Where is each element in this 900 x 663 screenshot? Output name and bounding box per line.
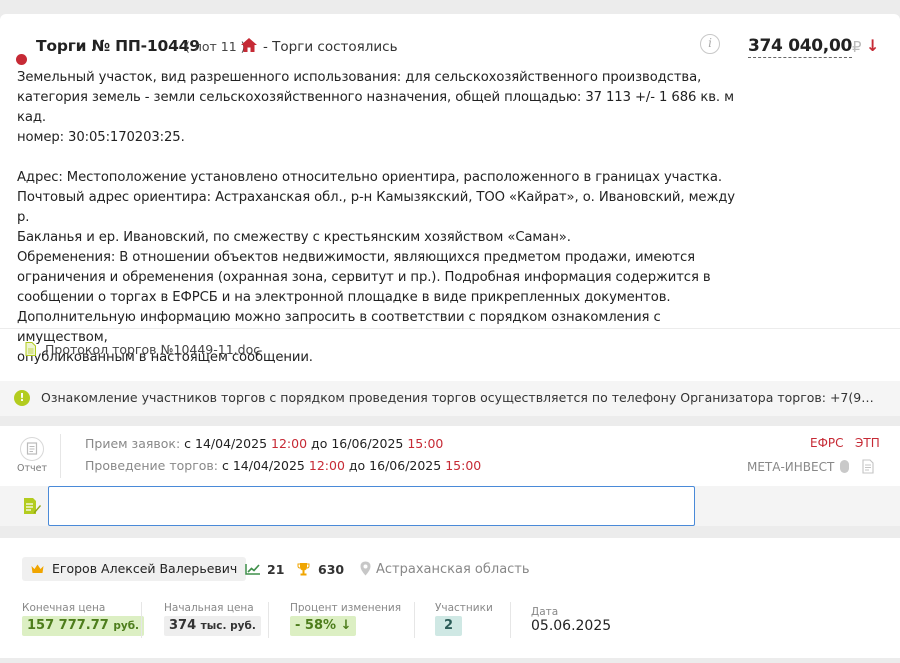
platform-name: МЕТА-ИНВЕСТ xyxy=(747,460,835,474)
divider xyxy=(510,602,511,638)
result-date: 05.06.2025 xyxy=(531,618,612,634)
final-price: 157 777.77 руб. xyxy=(22,616,145,636)
result-card: Егоров Алексей Валерьевич 21 630 Астраха… xyxy=(0,538,900,658)
chart-icon xyxy=(245,564,260,575)
trophy-count: 630 xyxy=(318,562,345,577)
divider xyxy=(414,602,415,638)
notes-icon[interactable] xyxy=(862,459,874,474)
percent-change: - 58% ↓ xyxy=(290,616,357,636)
start-price: 374 тыс. руб. xyxy=(164,616,261,636)
protocol-document-link[interactable]: Протокол торгов №10449-11.doc xyxy=(45,342,260,357)
schedule-card: Отчет Прием заявок: с 14/04/2025 12:00 д… xyxy=(0,426,900,526)
notice-text: Ознакомление участников торгов с порядко… xyxy=(41,390,881,405)
trophy-icon xyxy=(297,563,310,576)
start-price-label: Начальная цена xyxy=(164,602,254,614)
efrsb-link[interactable]: ЕФРС xyxy=(810,436,844,450)
participants-label: Участники xyxy=(435,602,493,614)
winner-name[interactable]: Егоров Алексей Валерьевич xyxy=(22,557,247,581)
lot-title[interactable]: Торги № ПП-10449 xyxy=(36,37,200,55)
lot-price[interactable]: 374 040,00 xyxy=(748,36,852,58)
alert-icon: ! xyxy=(14,390,30,406)
lot-number: ( лот 11 ) xyxy=(185,39,246,54)
report-label[interactable]: Отчет xyxy=(17,463,47,474)
document-icon xyxy=(25,342,36,356)
divider xyxy=(60,434,61,478)
stat-count: 21 xyxy=(267,562,285,577)
auction-period: Проведение торгов: с 14/04/2025 12:00 до… xyxy=(85,458,482,473)
currency-symbol: ₽ xyxy=(852,38,862,56)
report-icon[interactable] xyxy=(20,436,44,462)
mouse-icon xyxy=(840,460,849,473)
arrow-down-icon: ↓ xyxy=(340,618,352,633)
divider xyxy=(0,328,900,329)
price-down-icon: ↓ xyxy=(866,36,880,55)
applications-period: Прием заявок: с 14/04/2025 12:00 до 16/0… xyxy=(85,436,444,451)
lot-description: Земельный участок, вид разрешенного испо… xyxy=(17,70,735,365)
location-pin-icon xyxy=(360,561,371,576)
info-icon[interactable]: i xyxy=(700,34,720,54)
edit-note-icon[interactable] xyxy=(23,496,41,516)
date-label: Дата xyxy=(531,606,559,618)
region: Астраханская область xyxy=(376,562,530,577)
lot-card: Торги № ПП-10449 ( лот 11 ) - Торги сост… xyxy=(0,14,900,416)
comment-input[interactable] xyxy=(48,486,695,526)
house-icon xyxy=(241,38,257,52)
final-price-label: Конечная цена xyxy=(22,602,106,614)
divider xyxy=(268,602,269,638)
participants-count[interactable]: 2 xyxy=(435,616,463,636)
status-dot xyxy=(16,54,27,65)
divider xyxy=(141,602,142,638)
change-label: Процент изменения xyxy=(290,602,402,614)
lot-status: - Торги состоялись xyxy=(263,39,398,55)
etp-link[interactable]: ЭТП xyxy=(855,436,880,450)
crown-icon xyxy=(31,564,44,573)
